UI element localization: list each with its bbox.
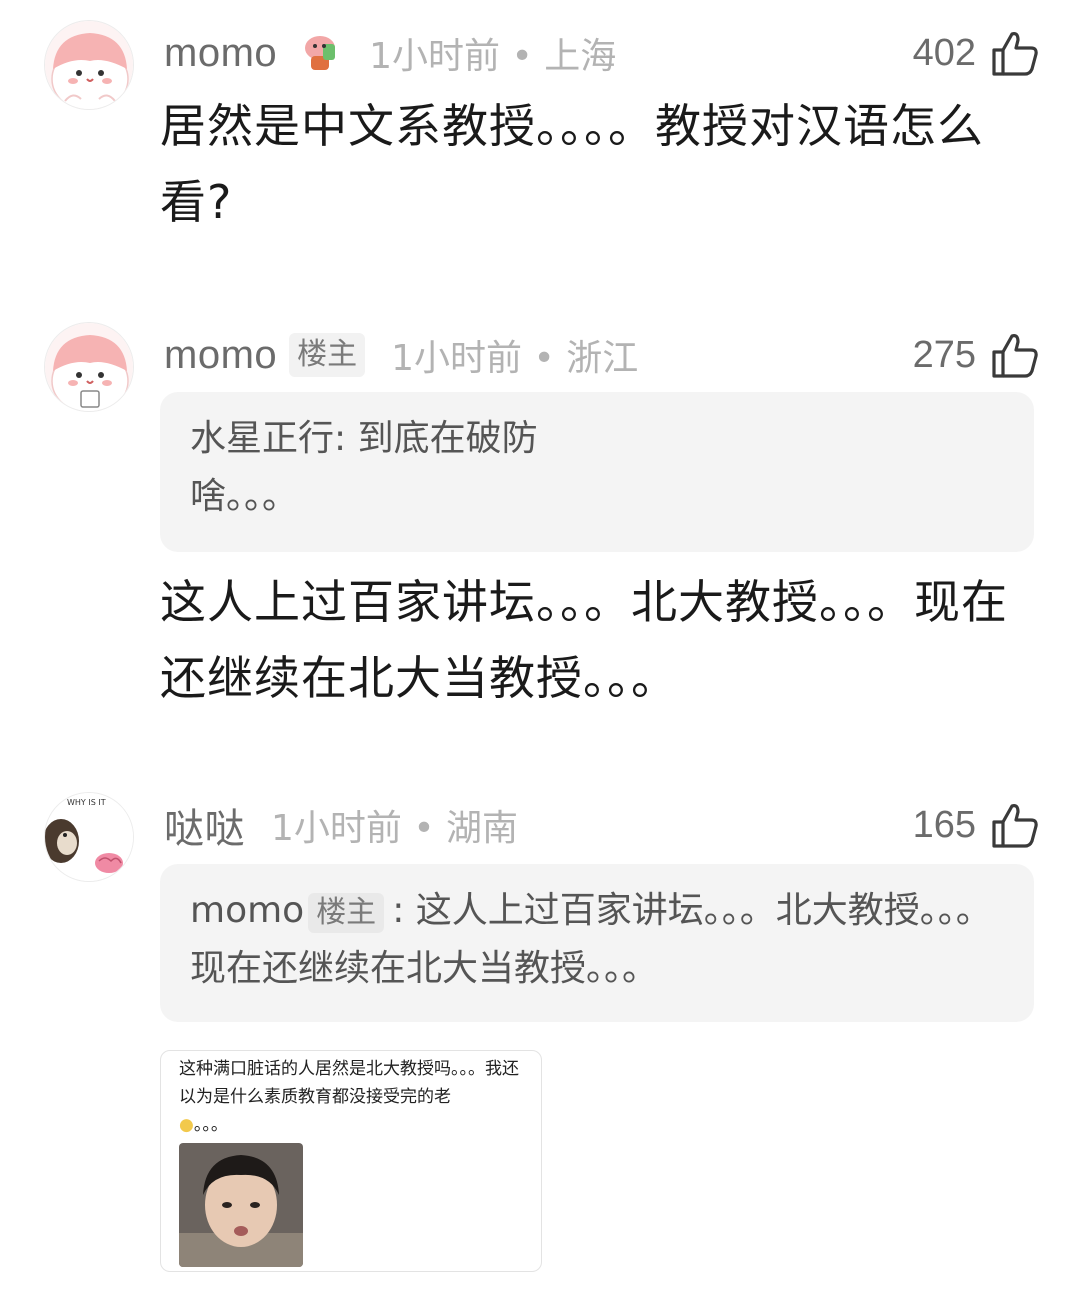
comment-meta: 1小时前 • 湖南 xyxy=(271,799,518,851)
username[interactable]: momo xyxy=(164,31,277,76)
quote-colon: : xyxy=(392,890,416,931)
image-caption: 这种满口脏话的人居然是北大教授吗。。。我还以为是什么素质教育都没接受完的老 xyxy=(179,1059,519,1107)
meme-photo xyxy=(179,1143,303,1267)
lightbulb-icon: ● xyxy=(179,1115,194,1135)
quoted-reply[interactable]: 水星正行: 到底在破防啥。。。 xyxy=(160,392,1034,552)
comment-text: 这人上过百家讲坛。。。北大教授。。。现在还继续在北大当教授。。。 xyxy=(160,575,1008,705)
thumbs-up-icon[interactable] xyxy=(990,330,1040,380)
comment-header: 哒哒 1小时前 • 湖南 165 xyxy=(164,799,1040,851)
like-count: 165 xyxy=(912,803,976,846)
quote-author[interactable]: momo xyxy=(190,890,304,931)
comment-time: 1小时前 xyxy=(391,338,523,379)
comment-time: 1小时前 xyxy=(369,36,501,77)
op-badge: 楼主 xyxy=(308,893,385,933)
comment-location: 浙江 xyxy=(566,338,639,379)
quote-author[interactable]: 水星正行 xyxy=(190,418,334,459)
avatar[interactable]: WHY IS IT xyxy=(44,792,134,882)
avatar-pink-character-image xyxy=(45,21,133,109)
meta-separator: • xyxy=(413,808,435,849)
like-count: 275 xyxy=(912,333,976,376)
quote-colon: : xyxy=(334,418,358,459)
quoted-reply[interactable]: momo 楼主: 这人上过百家讲坛。。。北大教授。。。现在还继续在北大当教授。。。 xyxy=(160,864,1034,1022)
avatar-cat-brain-image: WHY IS IT xyxy=(45,793,133,881)
comment-header: momo 1小时前 • 上海 402 xyxy=(164,28,1040,78)
comment-image[interactable]: 这种满口脏话的人居然是北大教授吗。。。我还以为是什么素质教育都没接受完的老 ●。… xyxy=(160,1050,542,1272)
like-button[interactable]: 275 xyxy=(913,330,1040,380)
like-button[interactable]: 402 xyxy=(913,28,1040,78)
avatar-pink-character-image xyxy=(45,323,133,411)
username[interactable]: momo xyxy=(164,333,277,378)
op-badge: 楼主 xyxy=(289,333,366,377)
username[interactable]: 哒哒 xyxy=(164,796,245,854)
comment-meta: 1小时前 • 浙江 xyxy=(391,329,638,381)
thumbs-up-icon[interactable] xyxy=(990,800,1040,850)
thumbs-up-icon[interactable] xyxy=(990,28,1040,78)
avatar[interactable] xyxy=(44,20,134,110)
sticker-badge-icon xyxy=(297,30,343,76)
comment-location: 上海 xyxy=(544,36,617,77)
image-text: 这种满口脏话的人居然是北大教授吗。。。我还以为是什么素质教育都没接受完的老 ●。… xyxy=(179,1055,529,1139)
avatar-caption: WHY IS IT xyxy=(67,798,106,807)
comment-time: 1小时前 xyxy=(271,808,402,849)
comment-header: momo 楼主 1小时前 • 浙江 275 xyxy=(164,330,1040,380)
comment-text: 居然是中文系教授。。。。教授对汉语怎么看? xyxy=(160,99,984,229)
comment-meta: 1小时前 • 上海 xyxy=(369,27,616,79)
comment-location: 湖南 xyxy=(446,808,519,849)
avatar[interactable] xyxy=(44,322,134,412)
like-button[interactable]: 165 xyxy=(913,800,1040,850)
like-count: 402 xyxy=(912,31,976,74)
meta-separator: • xyxy=(533,338,555,379)
image-caption-suffix: 。。。 xyxy=(193,1115,228,1135)
meta-separator: • xyxy=(511,36,533,77)
